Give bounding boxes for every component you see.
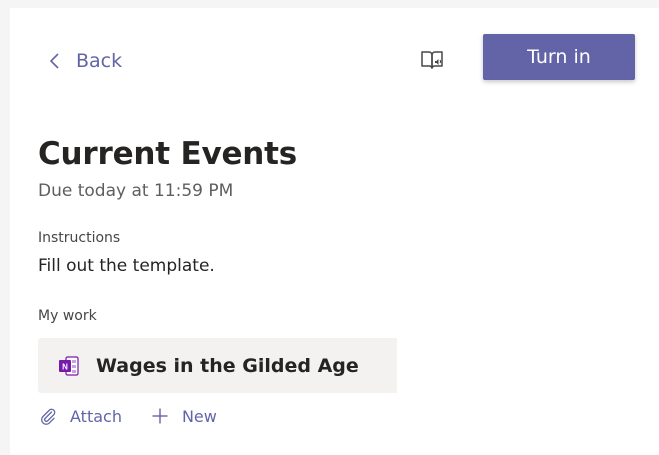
assignment-page: Back Turn in Current Events Due today at… — [10, 8, 659, 455]
paperclip-icon — [38, 406, 58, 426]
plus-icon — [150, 406, 170, 426]
file-name: Wages in the Gilded Age — [96, 354, 359, 377]
back-button[interactable]: Back — [44, 50, 122, 72]
due-date: Due today at 11:59 PM — [38, 181, 234, 201]
svg-text:N: N — [62, 362, 68, 371]
new-button[interactable]: New — [150, 406, 217, 426]
immersive-reader-icon[interactable] — [420, 48, 444, 72]
attach-button[interactable]: Attach — [38, 406, 122, 426]
assignment-title: Current Events — [38, 136, 298, 172]
turn-in-button[interactable]: Turn in — [483, 34, 635, 80]
attach-label: Attach — [70, 406, 122, 426]
work-file-card[interactable]: N Wages in the Gilded Age — [38, 338, 397, 393]
new-label: New — [181, 406, 217, 426]
instructions-label: Instructions — [38, 230, 121, 246]
chevron-left-icon — [44, 50, 66, 72]
my-work-label: My work — [38, 308, 97, 324]
work-actions: Attach New — [38, 406, 217, 426]
onenote-icon: N — [58, 355, 80, 377]
instructions-text: Fill out the template. — [38, 256, 215, 276]
back-label: Back — [76, 50, 123, 72]
